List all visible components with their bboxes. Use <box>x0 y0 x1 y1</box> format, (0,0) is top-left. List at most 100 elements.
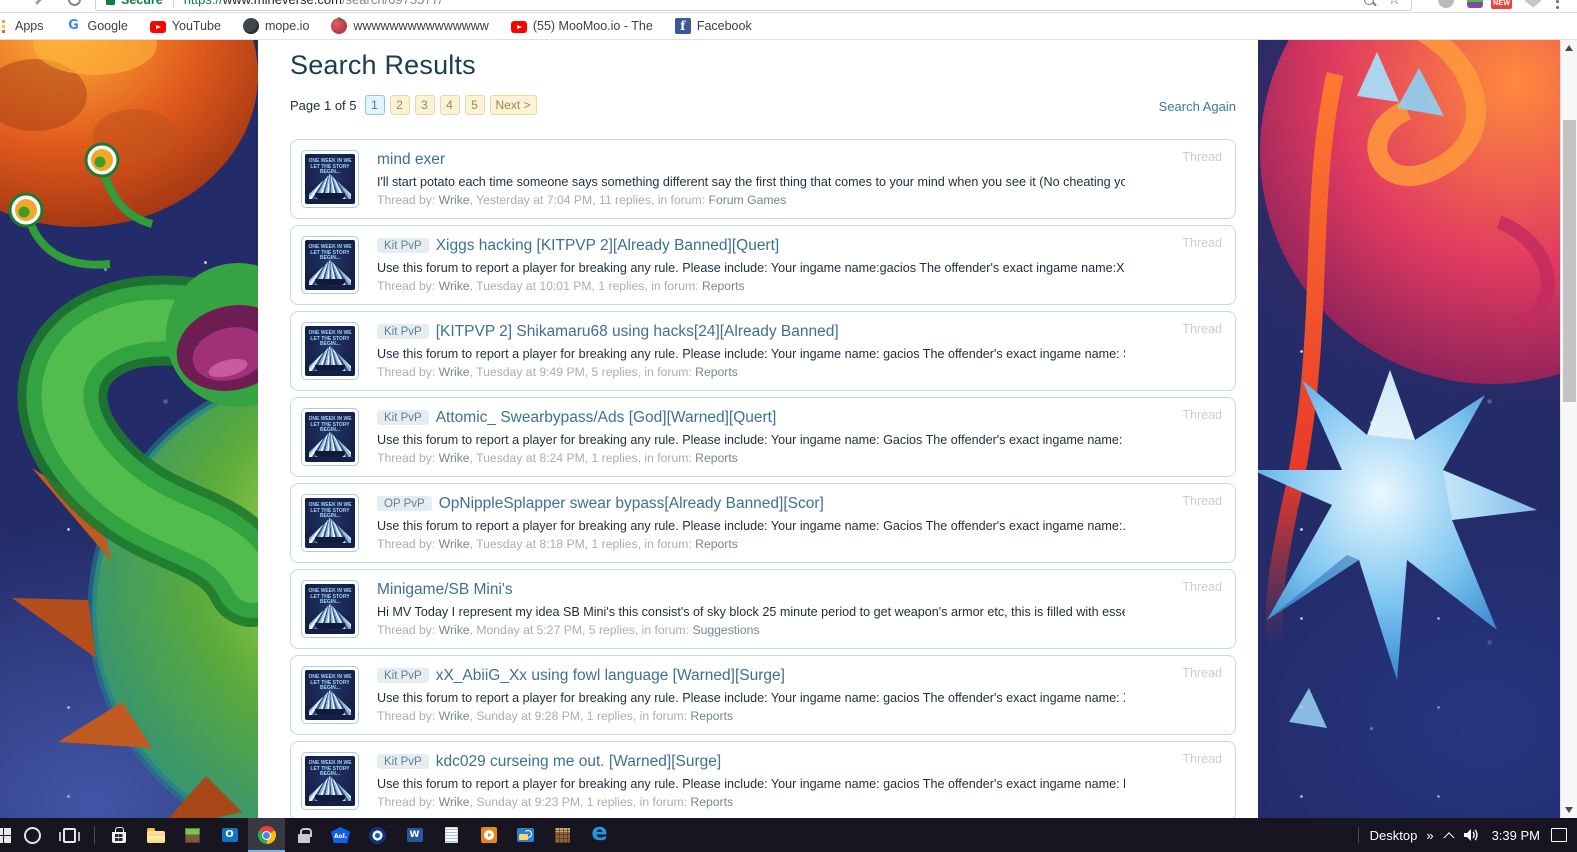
search-result-item[interactable]: ONE WEEK IN WE LET THE STORY BEGIN... Mi… <box>290 569 1236 649</box>
aol-icon[interactable] <box>322 818 359 852</box>
extension-icon[interactable] <box>1438 0 1454 8</box>
action-center-icon[interactable] <box>1551 828 1567 842</box>
url-text[interactable]: https://www.mineverse.com/search/6975577… <box>184 0 443 7</box>
author-link[interactable]: Wrike <box>439 709 470 723</box>
author-link[interactable]: Wrike <box>439 193 470 207</box>
bookmark-item[interactable]: Apps <box>2 18 48 34</box>
forum-link[interactable]: Reports <box>690 709 733 723</box>
sync-icon[interactable] <box>507 818 544 852</box>
search-result-item[interactable]: ONE WEEK IN WE LET THE STORY BEGIN... Ki… <box>290 311 1236 391</box>
forum-link[interactable]: Reports <box>695 537 738 551</box>
url-bar[interactable]: Secure https://www.mineverse.com/search/… <box>95 0 1412 11</box>
avatar-book-image: ONE WEEK IN WE LET THE STORY BEGIN... <box>305 498 355 548</box>
avatar[interactable]: ONE WEEK IN WE LET THE STORY BEGIN... <box>301 752 359 810</box>
scrollbar-thumb[interactable] <box>1563 120 1576 402</box>
search-result-item[interactable]: ONE WEEK IN WE LET THE STORY BEGIN... OP… <box>290 483 1236 563</box>
forum-link[interactable]: Suggestions <box>692 623 759 637</box>
bookmark-star-icon[interactable]: ☆ <box>1388 0 1401 7</box>
start-icon[interactable] <box>0 818 14 852</box>
thread-title-link[interactable]: kdc029 curseing me out. [Warned][Surge] <box>436 753 721 771</box>
thread-title-link[interactable]: xX_AbiiG_Xx using fowl language [Warned]… <box>436 667 785 685</box>
bookmark-item[interactable]: (55) MooMoo.io - The <box>507 19 657 33</box>
search-result-item[interactable]: ONE WEEK IN WE LET THE STORY BEGIN... Ki… <box>290 225 1236 305</box>
thread-title-link[interactable]: OpNippleSplapper swear bypass[Already Ba… <box>439 495 824 513</box>
avatar-text: ONE WEEK IN WE LET THE STORY BEGIN... <box>308 330 352 347</box>
page-button[interactable]: 5 <box>464 95 485 115</box>
scroll-up-icon[interactable] <box>1565 45 1573 51</box>
extension-icon[interactable]: NEW <box>1491 0 1513 9</box>
avatar[interactable]: ONE WEEK IN WE LET THE STORY BEGIN... <box>301 236 359 294</box>
task-view-icon[interactable] <box>51 818 88 852</box>
scroll-down-icon[interactable] <box>1565 807 1573 813</box>
open-book-icon <box>309 690 351 715</box>
page-button[interactable]: 3 <box>414 95 435 115</box>
bookmark-item[interactable]: mope.io <box>239 18 313 34</box>
edge-icon[interactable] <box>581 818 618 852</box>
padlock-icon[interactable] <box>285 818 322 852</box>
meta-prefix: Thread by: <box>377 623 439 637</box>
extension-shield-icon[interactable] <box>1525 0 1541 8</box>
forum-link[interactable]: Reports <box>702 279 745 293</box>
store-icon[interactable] <box>100 818 137 852</box>
chrome-icon[interactable] <box>248 818 285 852</box>
cage-icon[interactable] <box>544 818 581 852</box>
search-result-item[interactable]: ONE WEEK IN WE LET THE STORY BEGIN... Ki… <box>290 397 1236 477</box>
target-icon[interactable] <box>359 818 396 852</box>
thread-title-link[interactable]: [KITPVP 2] Shikamaru68 using hacks[24][A… <box>436 323 839 341</box>
search-again-link[interactable]: Search Again <box>1159 99 1236 114</box>
file-explorer-icon[interactable] <box>137 818 174 852</box>
cortana-icon[interactable] <box>14 818 51 852</box>
avatar[interactable]: ONE WEEK IN WE LET THE STORY BEGIN... <box>301 322 359 380</box>
notepad-icon[interactable] <box>433 818 470 852</box>
toolbar-overflow-icon[interactable]: » <box>1426 828 1433 843</box>
next-page-button[interactable]: Next > <box>489 95 537 115</box>
thread-title-link[interactable]: Minigame/SB Mini's <box>377 581 513 599</box>
minecraft-icon[interactable] <box>174 818 211 852</box>
outlook-icon[interactable] <box>211 818 248 852</box>
author-link[interactable]: Wrike <box>439 537 470 551</box>
avatar-book-image: ONE WEEK IN WE LET THE STORY BEGIN... <box>305 240 355 290</box>
author-link[interactable]: Wrike <box>439 279 470 293</box>
author-link[interactable]: Wrike <box>439 451 470 465</box>
author-link[interactable]: Wrike <box>439 623 470 637</box>
bookmark-item[interactable]: wwwwwwwwwwwwwww <box>327 17 492 34</box>
page-counter-label: Page 1 of 5 <box>290 97 357 113</box>
volume-icon[interactable] <box>1463 828 1481 842</box>
search-result-item[interactable]: ONE WEEK IN WE LET THE STORY BEGIN... mi… <box>290 139 1236 219</box>
forum-link[interactable]: Reports <box>695 451 738 465</box>
forward-icon[interactable] <box>35 0 45 5</box>
page-scrollbar[interactable] <box>1560 40 1577 818</box>
bookmark-item[interactable]: Google <box>62 18 132 34</box>
page-button[interactable]: 2 <box>389 95 410 115</box>
avatar[interactable]: ONE WEEK IN WE LET THE STORY BEGIN... <box>301 666 359 724</box>
bookmark-item[interactable]: YouTube <box>146 19 225 33</box>
extension-icon[interactable] <box>1467 0 1483 8</box>
author-link[interactable]: Wrike <box>439 365 470 379</box>
avatar[interactable]: ONE WEEK IN WE LET THE STORY BEGIN... <box>301 408 359 466</box>
search-icon[interactable] <box>1363 0 1374 5</box>
desktop-toolbar-label[interactable]: Desktop <box>1370 828 1418 843</box>
author-link[interactable]: Wrike <box>439 795 470 809</box>
thread-title-link[interactable]: Attomic_ Swearbypass/Ads [God][Warned][Q… <box>436 409 777 427</box>
avatar-text: ONE WEEK IN WE LET THE STORY BEGIN... <box>308 674 352 691</box>
word-icon[interactable] <box>396 818 433 852</box>
avatar[interactable]: ONE WEEK IN WE LET THE STORY BEGIN... <box>301 150 359 208</box>
page-button[interactable]: 1 <box>364 95 385 115</box>
reload-icon[interactable] <box>68 0 81 6</box>
result-body: mind exer I'll start potato each time so… <box>291 140 1235 208</box>
thread-title-link[interactable]: mind exer <box>377 151 445 169</box>
avatar[interactable]: ONE WEEK IN WE LET THE STORY BEGIN... <box>301 494 359 552</box>
clock[interactable]: 3:39 PM <box>1492 828 1540 843</box>
forum-link[interactable]: Forum Games <box>709 193 787 207</box>
movies-icon[interactable] <box>470 818 507 852</box>
thread-title-link[interactable]: Xiggs hacking [KITPVP 2][Already Banned]… <box>436 237 780 255</box>
search-result-item[interactable]: ONE WEEK IN WE LET THE STORY BEGIN... Ki… <box>290 655 1236 735</box>
page-button[interactable]: 4 <box>439 95 460 115</box>
forum-link[interactable]: Reports <box>695 365 738 379</box>
search-result-item[interactable]: ONE WEEK IN WE LET THE STORY BEGIN... Ki… <box>290 741 1236 818</box>
avatar[interactable]: ONE WEEK IN WE LET THE STORY BEGIN... <box>301 580 359 638</box>
forum-link[interactable]: Reports <box>690 795 733 809</box>
bookmark-item[interactable]: Facebook <box>671 18 756 34</box>
show-hidden-icons-chevron[interactable] <box>1442 832 1455 844</box>
thread-meta: Thread by: Wrike, Tuesday at 8:24 PM, 1 … <box>377 451 1125 465</box>
